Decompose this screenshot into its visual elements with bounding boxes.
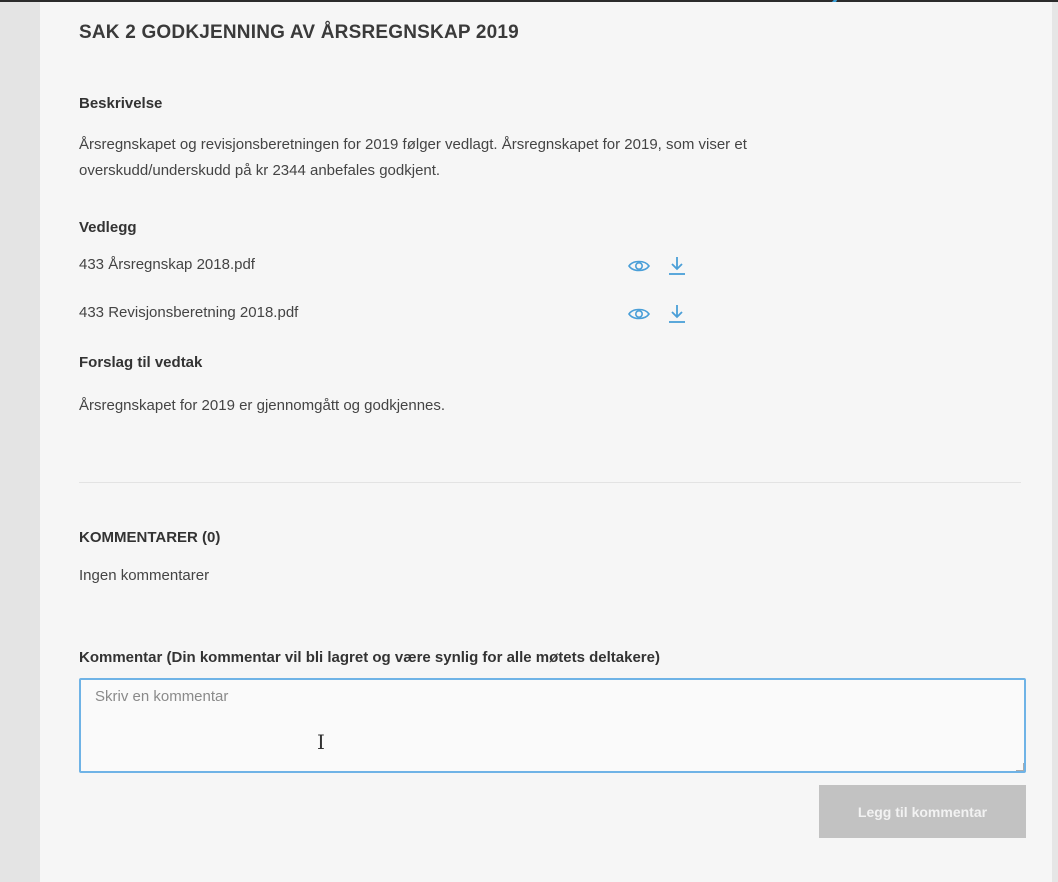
description-text: Årsregnskapet og revisjonsberetningen fo… [79,132,939,184]
comment-input[interactable] [79,678,1026,773]
comments-header: KOMMENTARER (0) [79,529,221,546]
page-title: SAK 2 GODKJENNING AV ÅRSREGNSKAP 2019 [79,22,519,43]
proposal-label: Forslag til vedtak [79,354,203,371]
description-line-1: Årsregnskapet og revisjonsberetningen fo… [79,136,747,153]
eye-icon[interactable] [627,302,651,326]
add-comment-button[interactable]: Legg til kommentar [819,785,1026,838]
attachments-label: Vedlegg [79,219,137,236]
download-icon[interactable] [665,254,689,278]
attachment-row: 433 Revisjonsberetning 2018.pdf [79,302,719,326]
description-label: Beskrivelse [79,95,163,112]
resize-handle[interactable] [1016,763,1024,771]
section-divider [79,482,1021,483]
eye-icon[interactable] [627,254,651,278]
attachment-row: 433 Årsregnskap 2018.pdf [79,254,719,278]
description-line-2: overskudd/underskudd på kr 2344 anbefale… [79,162,441,179]
comments-empty-text: Ingen kommentarer [79,567,210,584]
attachment-name: 433 Revisjonsberetning 2018.pdf [79,304,299,321]
download-icon[interactable] [665,302,689,326]
comment-field-label: Kommentar (Din kommentar vil bli lagret … [79,649,660,666]
left-gutter [0,2,40,882]
text-cursor-icon: I [317,730,325,754]
agenda-item-panel: SAK 2 GODKJENNING AV ÅRSREGNSKAP 2019 Be… [40,2,1052,882]
right-edge [1052,2,1058,882]
proposal-text: Årsregnskapet for 2019 er gjennomgått og… [79,397,446,414]
attachment-name: 433 Årsregnskap 2018.pdf [79,256,255,273]
